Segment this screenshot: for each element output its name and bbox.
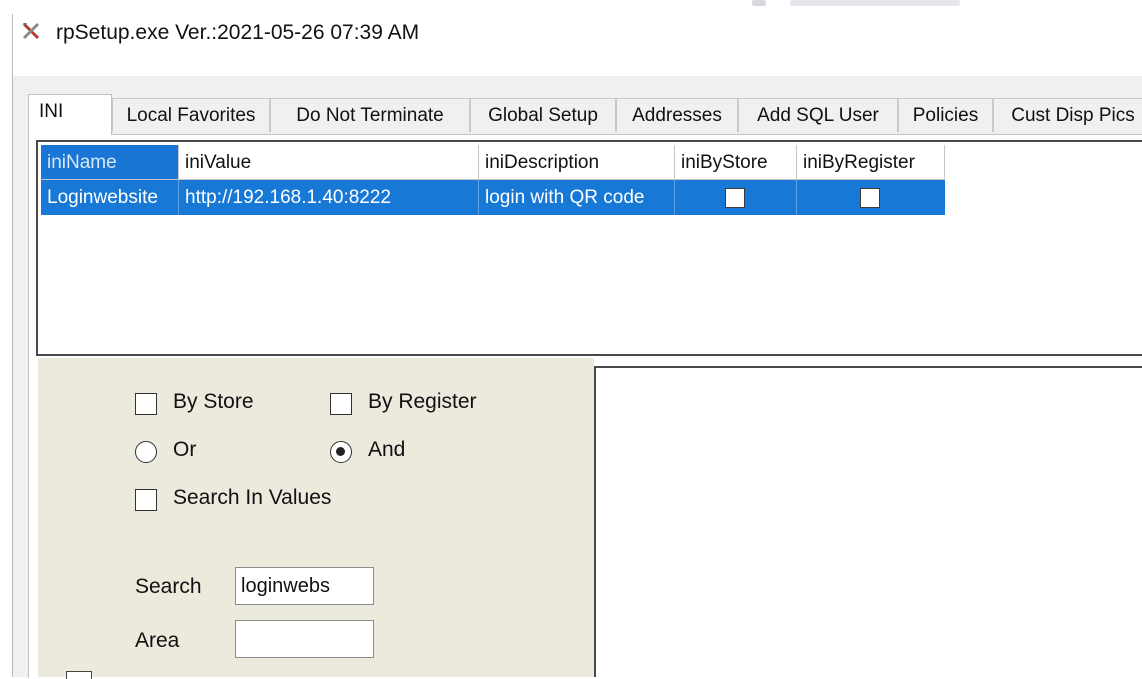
inibystore-checkbox[interactable] [725, 188, 745, 208]
and-label: And [368, 438, 406, 461]
column-header-inibyregister[interactable]: iniByRegister [797, 145, 945, 180]
search-in-values-label: Search In Values [173, 486, 332, 509]
detail-text-box[interactable] [594, 366, 1142, 677]
tab-do-not-terminate[interactable]: Do Not Terminate [270, 98, 470, 132]
column-header-ininame[interactable]: iniName [41, 145, 179, 180]
column-header-inidescription[interactable]: iniDescription [479, 145, 675, 180]
cell-inibyregister[interactable] [797, 180, 945, 215]
partial-checkbox[interactable] [66, 671, 92, 679]
tab-global-setup[interactable]: Global Setup [470, 98, 616, 132]
tab-ini[interactable]: INI [28, 94, 112, 135]
x-tools-icon [21, 21, 41, 41]
window-title: rpSetup.exe Ver.:2021-05-26 07:39 AM [56, 21, 420, 44]
by-register-label: By Register [368, 390, 477, 413]
tab-local-favorites[interactable]: Local Favorites [112, 98, 270, 132]
checkbox-icon [135, 489, 157, 511]
background-fragment [790, 0, 960, 6]
search-label: Search [135, 575, 202, 598]
tab-policies[interactable]: Policies [898, 98, 993, 132]
tab-strip: INI Local Favorites Do Not Terminate Glo… [28, 94, 1142, 135]
background-window-strip [0, 0, 1142, 14]
tab-addresses[interactable]: Addresses [616, 98, 738, 132]
checkbox-icon [135, 393, 157, 415]
cell-inidescription[interactable]: login with QR code [479, 180, 675, 215]
radio-icon [135, 441, 157, 463]
radio-selected-icon [330, 441, 352, 463]
search-input[interactable] [235, 567, 374, 605]
cell-inivalue[interactable]: http://192.168.1.40:8222 [179, 180, 479, 215]
tab-add-sql-user[interactable]: Add SQL User [738, 98, 898, 132]
or-label: Or [173, 438, 197, 461]
inibyregister-checkbox[interactable] [860, 188, 880, 208]
column-header-inibystore[interactable]: iniByStore [675, 145, 797, 180]
area-label: Area [135, 629, 180, 652]
cell-ininame[interactable]: Loginwebsite [41, 180, 179, 215]
area-input[interactable] [235, 620, 374, 658]
background-fragment [752, 0, 766, 6]
cell-inibystore[interactable] [675, 180, 797, 215]
ini-grid[interactable]: iniName iniValue iniDescription iniBySto… [36, 140, 1142, 356]
column-header-inivalue[interactable]: iniValue [179, 145, 479, 180]
tab-cust-disp-pics[interactable]: Cust Disp Pics [993, 98, 1142, 132]
checkbox-icon [330, 393, 352, 415]
by-store-label: By Store [173, 390, 254, 413]
